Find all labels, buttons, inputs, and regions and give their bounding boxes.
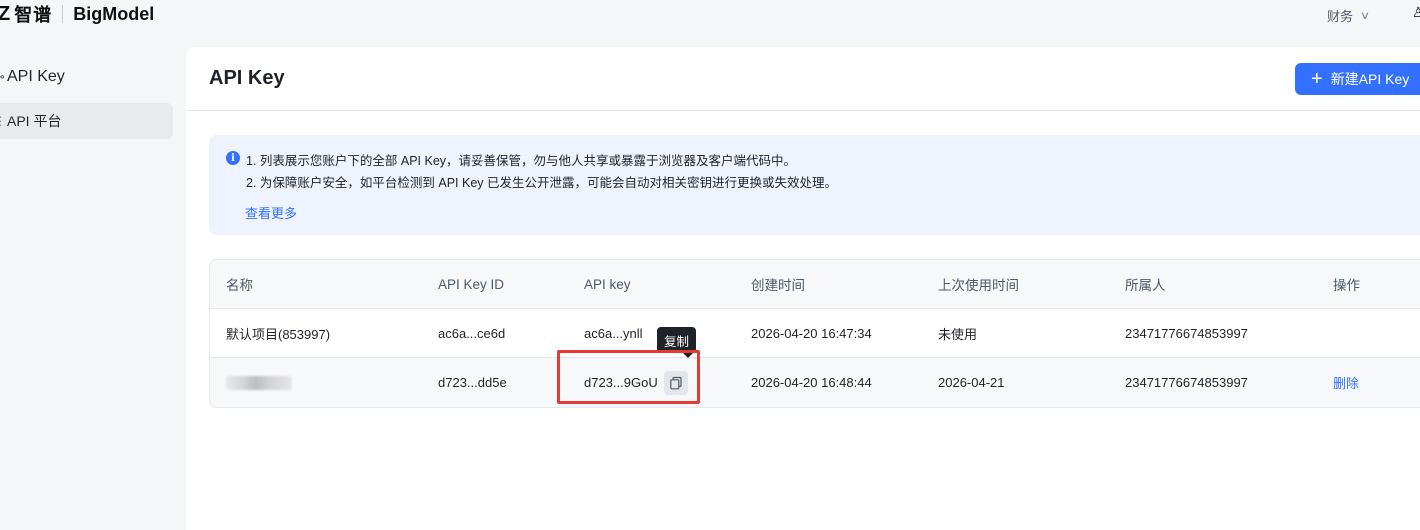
column-header-key: API key — [584, 276, 631, 292]
notice-line-1: 1. 列表展示您账户下的全部 API Key，请妥善保管，勿与他人共享或暴露于浏… — [246, 154, 797, 168]
column-header-owner: 所属人 — [1125, 278, 1166, 293]
cell-name — [226, 358, 292, 407]
new-api-key-button[interactable]: + 新建API Key — [1295, 63, 1420, 95]
plus-icon: + — [1311, 68, 1323, 90]
logo-divider — [62, 5, 64, 23]
main-panel: API Key + 新建API Key i 1. 列表展示您账户下的全部 API… — [186, 47, 1420, 530]
cell-last-used: 2026-04-21 — [938, 375, 1005, 390]
cell-key-id: d723...dd5e — [438, 375, 507, 390]
sidebar-item-api-platform[interactable]: ⋮ API 平台 — [0, 103, 173, 139]
delete-link[interactable]: 删除 — [1333, 358, 1359, 407]
cell-name: 默认项目(853997) — [226, 326, 331, 342]
key-icon: ⊸ — [0, 69, 7, 85]
info-notice: i 1. 列表展示您账户下的全部 API Key，请妥善保管，勿与他人共享或暴露… — [209, 135, 1420, 235]
cell-created: 2026-04-20 16:47:34 — [751, 325, 872, 341]
finance-menu[interactable]: 财务 ∨ — [1327, 6, 1371, 25]
table-header-row: 名称 API Key ID API key 创建时间 上次使用时间 所属人 操作 — [210, 260, 1420, 309]
column-header-last-used: 上次使用时间 — [938, 278, 1019, 293]
notice-line-2: 2. 为保障账户安全，如平台检测到 API Key 已发生公开泄露，可能会自动对… — [246, 176, 838, 190]
redacted-name — [226, 375, 292, 390]
logo-text-en: BigModel — [73, 3, 155, 24]
new-api-key-label: 新建API Key — [1330, 71, 1410, 87]
column-header-actions: 操作 — [1333, 278, 1360, 293]
user-icon[interactable]: ♙ — [1412, 4, 1420, 21]
api-key-table: 名称 API Key ID API key 创建时间 上次使用时间 所属人 操作… — [209, 259, 1420, 408]
sidebar-group-api-key[interactable]: ⊸ API Key — [0, 65, 65, 89]
table-row: d723...dd5e d723...9GoU 2026-04-20 16:48… — [210, 358, 1420, 407]
cell-created: 2026-04-20 16:48:44 — [751, 375, 872, 390]
top-bar: Z 智谱 BigModel 财务 ∨ ♙ — [0, 0, 1420, 30]
finance-label: 财务 — [1327, 9, 1354, 24]
cell-last-used: 未使用 — [938, 326, 978, 342]
table-row: 默认项目(853997) ac6a...ce6d ac6a...ynll 202… — [210, 309, 1420, 358]
page-header: API Key + 新建API Key — [186, 47, 1420, 111]
view-more-link[interactable]: 查看更多 — [245, 203, 297, 222]
zhipu-logo-icon: Z — [0, 2, 11, 25]
grid-icon: ⋮ — [0, 114, 6, 128]
sidebar-item-label: API 平台 — [7, 113, 62, 129]
sidebar: ⊸ API Key ⋮ API 平台 — [0, 47, 185, 530]
cell-key-id: ac6a...ce6d — [438, 325, 506, 341]
column-header-name: 名称 — [226, 278, 253, 293]
logo-text-cn: 智谱 — [14, 5, 53, 25]
cell-owner: 23471776674853997 — [1125, 375, 1248, 390]
cell-owner: 23471776674853997 — [1125, 325, 1248, 341]
highlight-box — [557, 350, 700, 404]
delete-label: 删除 — [1333, 376, 1360, 391]
column-header-created: 创建时间 — [751, 278, 805, 293]
sidebar-group-label: API Key — [7, 68, 65, 85]
column-header-id: API Key ID — [438, 276, 505, 292]
chevron-down-icon: ∨ — [1359, 10, 1371, 22]
info-icon: i — [226, 151, 240, 165]
page-title: API Key — [209, 67, 285, 89]
logo[interactable]: Z 智谱 BigModel — [0, 2, 154, 26]
